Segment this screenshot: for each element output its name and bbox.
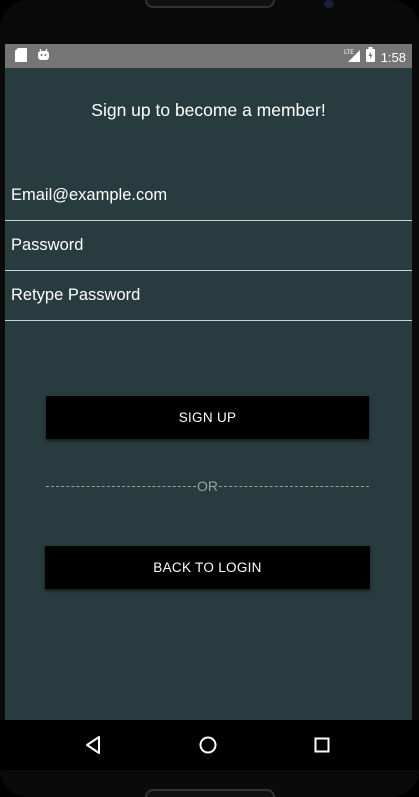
top-speaker [145,0,275,8]
divider-line-right [219,485,369,487]
sd-card-icon [15,48,27,62]
signal-icon: LTE [344,48,360,67]
retype-password-field [5,271,412,321]
phone-frame: LTE 1:58 Sign up to become a member! SIG… [0,0,419,797]
or-divider: OR [46,477,369,495]
divider-line-left [46,485,196,487]
navigation-bar [0,720,419,770]
or-label: OR [197,478,218,494]
status-time: 1:58 [380,49,406,65]
app-screen: LTE 1:58 Sign up to become a member! SIG… [5,44,412,720]
password-field [5,221,412,271]
svg-text:LTE: LTE [344,49,354,56]
sign-up-button[interactable]: SIGN UP [46,396,369,439]
front-camera [324,0,334,8]
back-icon[interactable] [82,734,104,756]
page-title: Sign up to become a member! [91,100,326,120]
recents-icon[interactable] [311,734,333,756]
email-input[interactable] [5,171,412,220]
status-bar: LTE 1:58 [5,44,412,68]
retype-password-input[interactable] [5,271,412,320]
email-field [5,171,412,221]
bottom-speaker [145,789,275,797]
android-icon [37,48,49,62]
password-input[interactable] [5,221,412,270]
battery-icon [365,47,375,67]
back-to-login-button[interactable]: BACK TO LOGIN [45,546,370,589]
home-icon[interactable] [197,734,219,756]
